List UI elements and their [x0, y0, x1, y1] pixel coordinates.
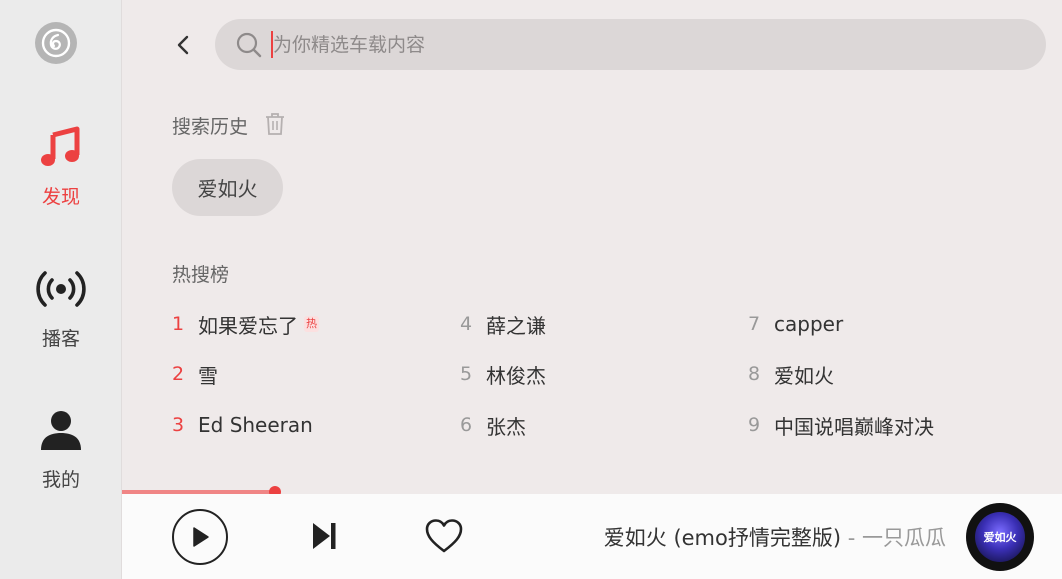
hot-search-title: 热搜榜: [172, 264, 230, 286]
sidebar-item-podcast[interactable]: 播客: [0, 264, 122, 374]
hot-badge: 热: [304, 316, 319, 332]
chevron-left-icon: [177, 35, 189, 55]
hot-search-item[interactable]: 9 中国说唱巅峰对决: [748, 410, 934, 440]
music-note-icon: [36, 122, 86, 172]
album-cover-image: 爱如火: [975, 512, 1025, 562]
search-input[interactable]: [273, 19, 1013, 70]
sidebar-item-discover[interactable]: 发现: [0, 122, 122, 232]
album-art[interactable]: 爱如火: [966, 503, 1034, 571]
hot-name: 如果爱忘了: [198, 313, 298, 338]
hot-rank: 3: [172, 414, 185, 436]
play-button[interactable]: [172, 509, 228, 565]
app-logo-icon[interactable]: [35, 22, 77, 64]
sidebar-item-label: 我的: [41, 469, 80, 491]
hot-search-item[interactable]: 4 薛之谦: [460, 309, 546, 339]
hot-rank: 1: [172, 313, 185, 335]
trash-icon[interactable]: [264, 112, 286, 136]
hot-search-item[interactable]: 3 Ed Sheeran: [172, 410, 313, 440]
user-icon: [36, 405, 86, 455]
hot-name: Ed Sheeran: [198, 413, 313, 437]
song-title: 爱如火 (emo抒情完整版): [603, 526, 842, 550]
history-chip[interactable]: 爱如火: [172, 159, 283, 216]
sidebar-item-mine[interactable]: 我的: [0, 405, 122, 515]
artist-name: 一只瓜瓜: [862, 526, 946, 550]
search-page: 搜索历史 爱如火 热搜榜 1 如果爱忘了 热 2 雪 3 Ed Sheeran …: [122, 0, 1062, 490]
back-button[interactable]: [166, 28, 200, 62]
sidebar-item-label: 发现: [41, 186, 80, 208]
play-icon: [193, 527, 209, 547]
hot-rank: 9: [748, 414, 761, 436]
broadcast-icon: [36, 264, 86, 314]
hot-name: 林俊杰: [486, 363, 546, 388]
now-playing-title[interactable]: 爱如火 (emo抒情完整版) - 一只瓜瓜: [604, 522, 946, 552]
hot-rank: 7: [748, 313, 761, 335]
hot-rank: 2: [172, 363, 185, 385]
hot-search-item[interactable]: 6 张杰: [460, 410, 526, 440]
hot-name: 爱如火: [774, 363, 834, 388]
next-track-icon[interactable]: [310, 520, 338, 552]
sidebar-item-label: 播客: [41, 328, 80, 350]
hot-name: 张杰: [486, 414, 526, 439]
hot-rank: 5: [460, 363, 473, 385]
hot-name: capper: [774, 312, 844, 336]
hot-search-item[interactable]: 5 林俊杰: [460, 359, 546, 389]
hot-rank: 4: [460, 313, 473, 335]
heart-icon[interactable]: [424, 518, 464, 554]
hot-rank: 8: [748, 363, 761, 385]
sidebar: 发现 播客 我的: [0, 0, 122, 579]
search-history-title: 搜索历史: [172, 116, 249, 138]
hot-search-item[interactable]: 8 爱如火: [748, 359, 834, 389]
title-separator: -: [841, 526, 862, 550]
hot-rank: 6: [460, 414, 473, 436]
hot-search-item[interactable]: 1 如果爱忘了 热: [172, 309, 319, 339]
search-icon: [236, 32, 262, 58]
hot-name: 雪: [198, 363, 218, 388]
mini-player: 爱如火 (emo抒情完整版) - 一只瓜瓜 爱如火: [122, 494, 1062, 579]
hot-search-item[interactable]: 2 雪: [172, 359, 218, 389]
hot-search-item[interactable]: 7 capper: [748, 309, 843, 339]
album-cover-text: 爱如火: [983, 531, 1017, 544]
search-bar[interactable]: [215, 19, 1046, 70]
hot-name: 薛之谦: [486, 313, 546, 338]
hot-name: 中国说唱巅峰对决: [774, 414, 934, 439]
